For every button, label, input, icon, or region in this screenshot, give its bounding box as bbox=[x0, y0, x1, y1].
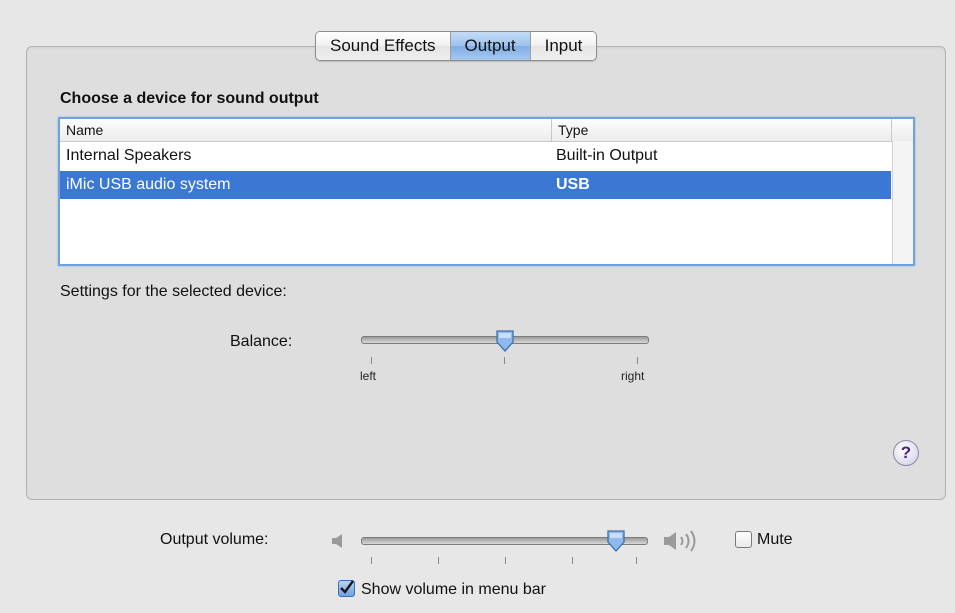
show-volume-checkbox[interactable] bbox=[338, 580, 355, 597]
output-tab-pane bbox=[26, 46, 946, 500]
show-volume-label: Show volume in menu bar bbox=[361, 581, 546, 598]
mute-label: Mute bbox=[757, 531, 793, 548]
device-type: Built-in Output bbox=[556, 147, 658, 164]
volume-tick bbox=[505, 557, 506, 564]
device-table: Name Type Internal Speakers Built-in Out… bbox=[58, 117, 915, 266]
checkmark-icon bbox=[340, 580, 354, 594]
table-row[interactable]: Internal Speakers Built-in Output bbox=[60, 142, 891, 170]
balance-tick-right bbox=[637, 357, 638, 364]
volume-tick bbox=[371, 557, 372, 564]
speaker-low-icon bbox=[332, 534, 342, 548]
sound-preferences-window: Sound Effects Output Input Choose a devi… bbox=[0, 0, 955, 613]
volume-tick bbox=[572, 557, 573, 564]
tab-output[interactable]: Output bbox=[450, 32, 531, 60]
settings-label: Settings for the selected device: bbox=[60, 283, 287, 300]
balance-tick-center bbox=[504, 357, 505, 364]
column-header-type[interactable]: Type bbox=[552, 119, 892, 141]
volume-tick bbox=[636, 557, 637, 564]
table-header: Name Type bbox=[60, 119, 913, 142]
balance-right-label: right bbox=[621, 369, 645, 383]
mute-checkbox[interactable] bbox=[735, 531, 752, 548]
volume-tick bbox=[438, 557, 439, 564]
speaker-high-icon bbox=[664, 530, 696, 552]
device-type: USB bbox=[556, 176, 590, 193]
table-row-selected[interactable]: iMic USB audio system USB bbox=[60, 171, 891, 199]
balance-slider-thumb[interactable] bbox=[495, 330, 515, 352]
balance-left-label: left bbox=[360, 369, 377, 383]
help-button[interactable]: ? bbox=[893, 440, 919, 466]
tab-input[interactable]: Input bbox=[530, 32, 597, 60]
balance-tick-left bbox=[371, 357, 372, 364]
tab-sound-effects[interactable]: Sound Effects bbox=[316, 32, 451, 60]
balance-label: Balance: bbox=[230, 333, 293, 350]
device-name: iMic USB audio system bbox=[66, 176, 231, 193]
output-volume-thumb[interactable] bbox=[606, 530, 626, 552]
device-name: Internal Speakers bbox=[66, 147, 192, 164]
section-title: Choose a device for sound output bbox=[60, 90, 319, 107]
table-scrollbar[interactable] bbox=[892, 141, 913, 264]
output-volume-label: Output volume: bbox=[160, 531, 269, 548]
column-header-name[interactable]: Name bbox=[60, 119, 552, 141]
tab-bar: Sound Effects Output Input bbox=[315, 31, 598, 61]
